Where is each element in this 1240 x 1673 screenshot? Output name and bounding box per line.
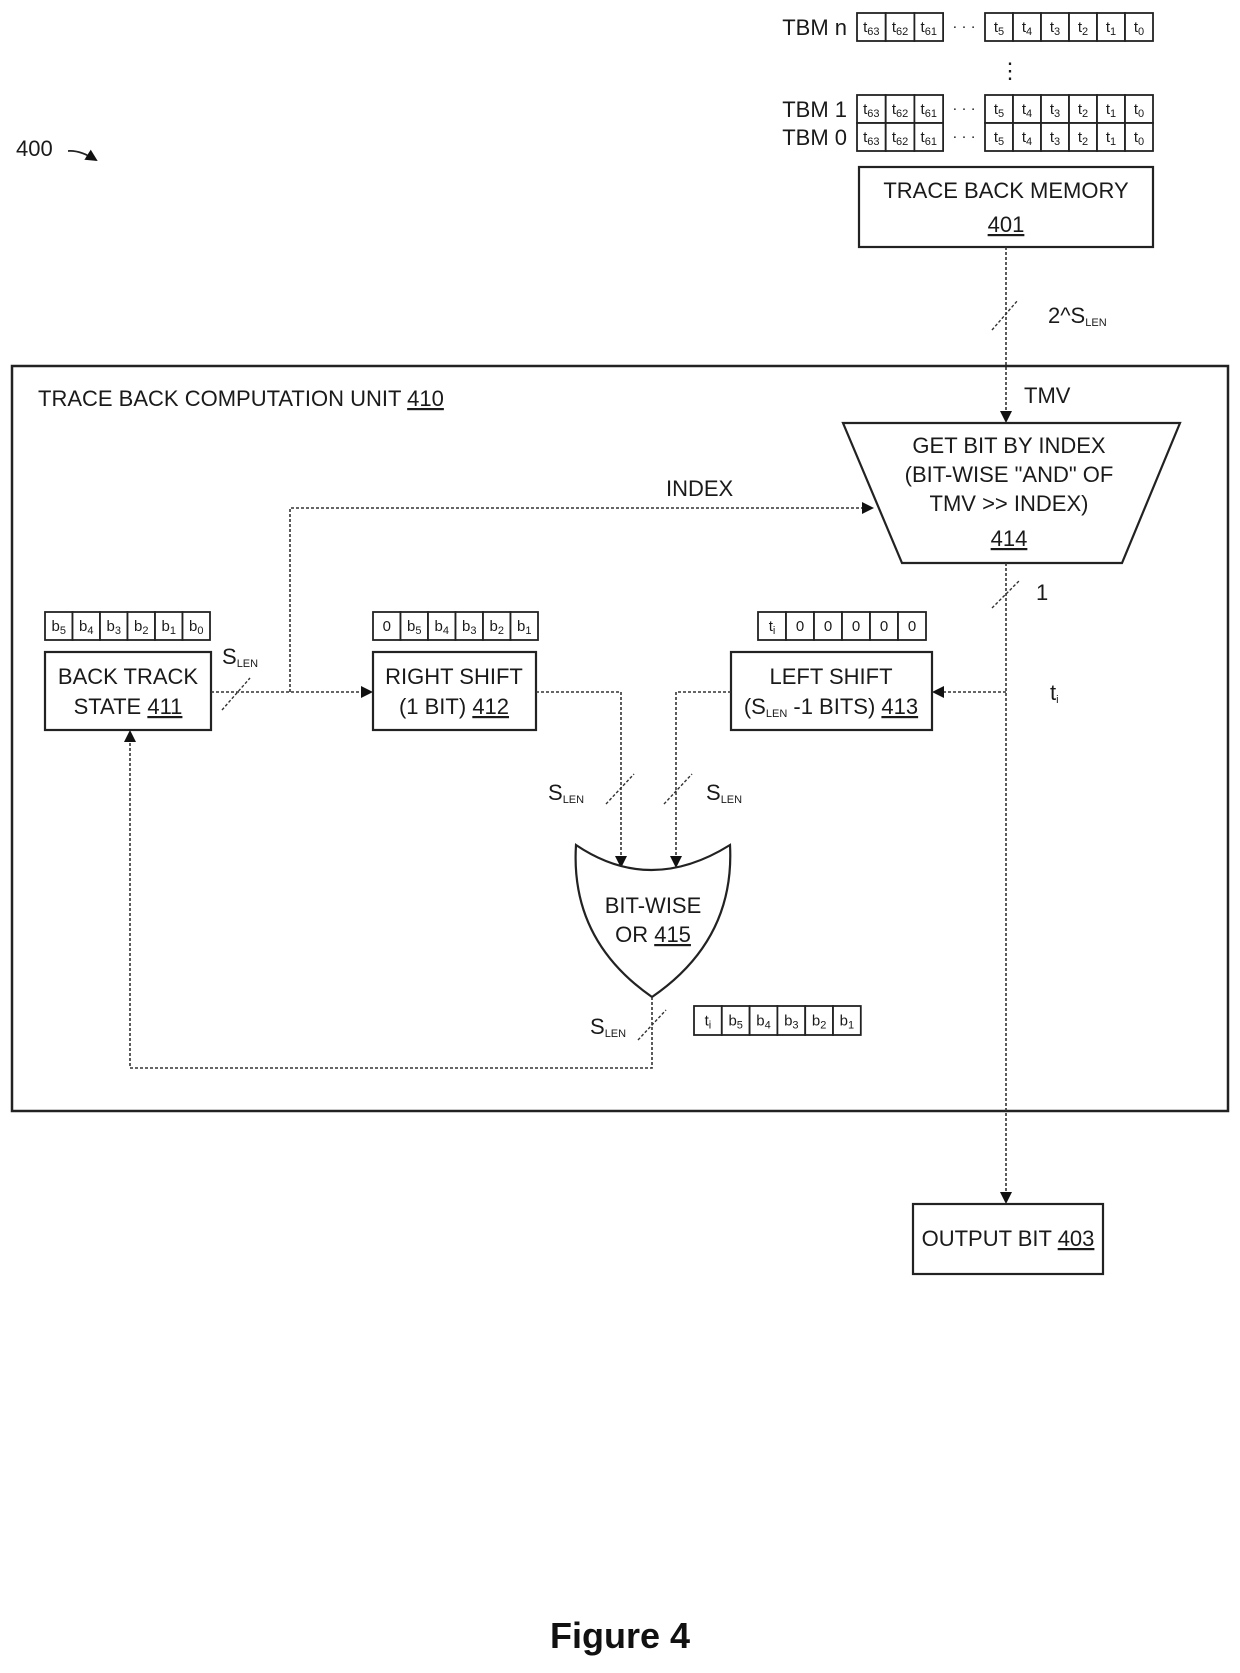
slen-tick-right-shift xyxy=(605,773,635,805)
bitwise-or-line1: BIT-WISE xyxy=(605,893,702,918)
ti-label: ti xyxy=(1050,680,1059,706)
slen-tick-bts xyxy=(221,677,251,711)
cell-value: 0 xyxy=(824,618,832,635)
back-track-state-line2: STATE 411 xyxy=(74,694,183,719)
cell-value: 0 xyxy=(852,618,860,635)
tbm-horizontal-ellipsis: · · · xyxy=(952,128,975,145)
slen-label-feedback: SLEN xyxy=(590,1014,626,1040)
tmv-label: TMV xyxy=(1024,383,1071,408)
right-shift-line1: RIGHT SHIFT xyxy=(385,664,523,689)
trace-back-memory-ref: 401 xyxy=(988,212,1025,237)
figure-ref-arrow-icon xyxy=(67,149,98,162)
slen-label-left-shift: SLEN xyxy=(706,780,742,806)
slen-label-bts: SLEN xyxy=(222,644,258,670)
slen-label-right-shift: SLEN xyxy=(548,780,584,806)
tbm-low-cells: t5 t4 t3 t2 t1 t0 xyxy=(984,12,1154,42)
back-track-state-vector: b5 b4 b3 b2 b1 b0 xyxy=(44,611,211,641)
tbm-row-label: TBM 1 xyxy=(782,97,847,122)
tbm-row-label: TBM 0 xyxy=(782,125,847,150)
get-bit-width-label: 1 xyxy=(1036,580,1048,605)
index-label: INDEX xyxy=(666,476,734,501)
figure-ref-number: 400 xyxy=(16,136,53,161)
bitwise-or-gate xyxy=(574,843,732,999)
get-bit-ref: 414 xyxy=(991,526,1028,551)
bitwise-or-line2: OR 415 xyxy=(615,922,691,947)
computation-unit-title: TRACE BACK COMPUTATION UNIT 410 xyxy=(38,386,444,411)
figure-caption: Figure 4 xyxy=(550,1615,690,1656)
left-shift-vector: ti 0 0 0 0 0 xyxy=(757,611,927,641)
tbm-high-cells: t63 t62 t61 xyxy=(856,12,945,42)
tmv-bus-width-label: 2^SLEN xyxy=(1048,303,1107,329)
trace-back-memory-title: TRACE BACK MEMORY xyxy=(883,178,1129,203)
back-track-state-line1: BACK TRACK xyxy=(58,664,199,689)
trace-back-memory-rows: TBM n t63 t62 t61 · · · t5 t4 t3 t2 t1 t0 TBM 1 t63 t… xyxy=(782,12,1154,152)
get-bit-line2: (BIT-WISE "AND" OF xyxy=(905,462,1114,487)
output-bit-label: OUTPUT BIT 403 xyxy=(922,1226,1095,1251)
tbm-row-label: TBM n xyxy=(782,15,847,40)
tbm-horizontal-ellipsis: · · · xyxy=(952,100,975,117)
or-result-vector: ti b5 b4 b3 b2 b1 xyxy=(693,1005,862,1036)
cell-value: 0 xyxy=(880,618,888,635)
cell-value: 0 xyxy=(908,618,916,635)
cell-value: 0 xyxy=(796,618,804,635)
tbm-low-cells: t5 t4 t3 t2 t1 t0 xyxy=(984,94,1154,124)
feedback-wire xyxy=(124,730,653,1069)
tbm-high-cells: t63 t62 t61 xyxy=(856,122,945,152)
tbm-horizontal-ellipsis: · · · xyxy=(952,18,975,35)
slen-tick-left-shift xyxy=(663,773,693,805)
tbm-low-cells: t5 t4 t3 t2 t1 t0 xyxy=(984,122,1154,152)
tbm-vertical-ellipsis: ⋮ xyxy=(999,58,1021,83)
get-bit-line1: GET BIT BY INDEX xyxy=(912,433,1106,458)
left-shift-line1: LEFT SHIFT xyxy=(769,664,892,689)
right-shift-line2: (1 BIT) 412 xyxy=(399,694,509,719)
left-shift-to-or-wire xyxy=(670,691,731,868)
tbm-high-cells: t63 t62 t61 xyxy=(856,94,945,124)
tmv-bus-width-tick xyxy=(991,299,1019,331)
right-shift-to-or-wire xyxy=(536,691,627,868)
cell-value: 0 xyxy=(383,618,391,635)
right-shift-vector: 0 b5 b4 b3 b2 b1 xyxy=(372,611,539,641)
get-bit-line3: TMV >> INDEX) xyxy=(930,491,1089,516)
trace-back-diagram: 400 TBM n t63 t62 t61 · · · t5 t4 t3 t2 t1 t0 TBM 1… xyxy=(10,12,1230,1656)
